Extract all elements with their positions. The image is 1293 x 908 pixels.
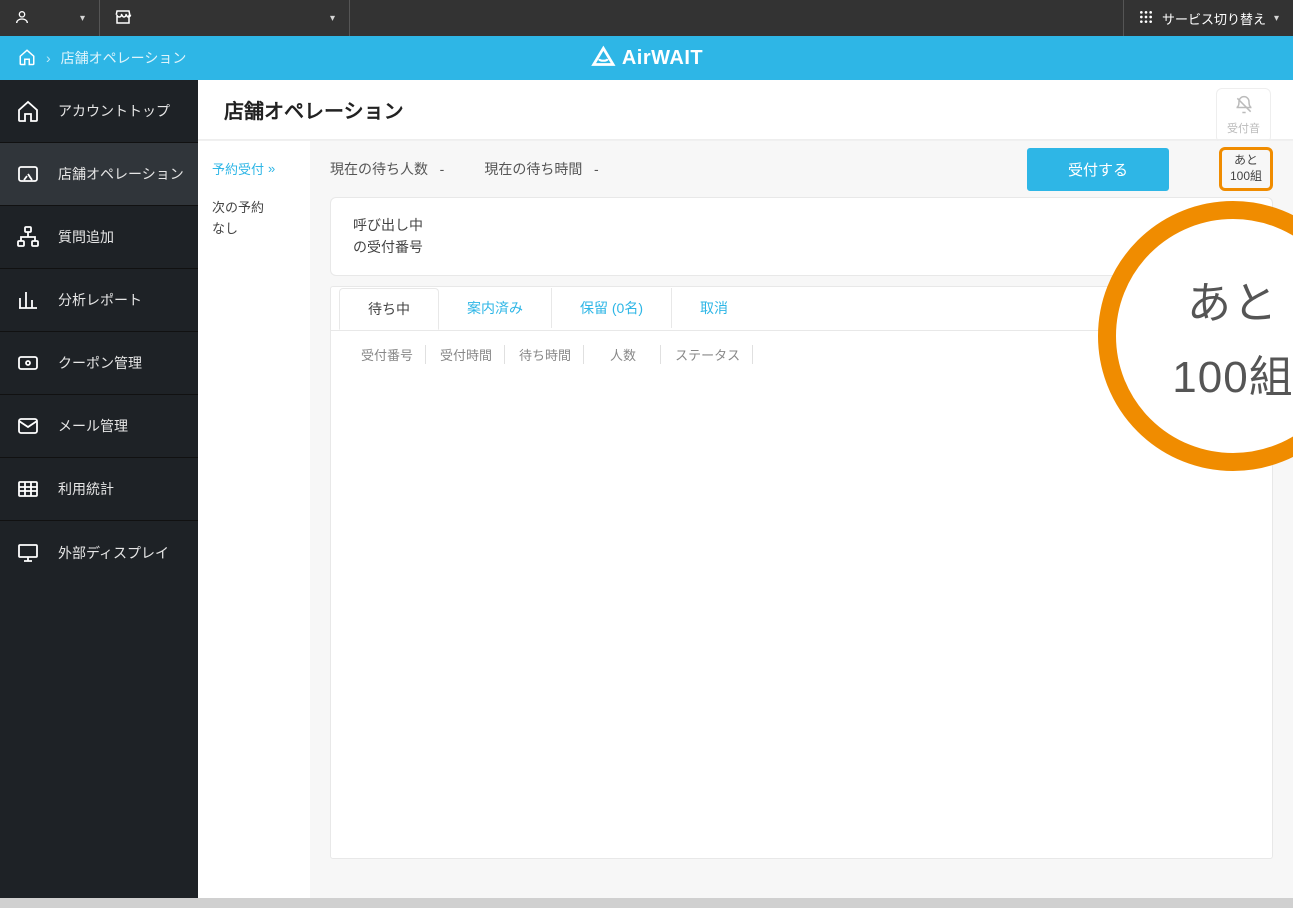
breadcrumb-current: 店舗オペレーション: [61, 48, 187, 68]
tab-onhold[interactable]: 保留 (0名): [552, 288, 672, 328]
tab-cancelled[interactable]: 取消: [672, 288, 756, 328]
shop-dropdown[interactable]: ▾: [100, 0, 350, 36]
sidebar-item-question-add[interactable]: 質問追加: [0, 206, 198, 269]
th-status: ステータス: [663, 345, 753, 364]
sidebar-item-label: 利用統計: [58, 479, 114, 499]
sidebar: アカウントトップ 店舗オペレーション 質問追加 分析レポート クーポン管理 メー…: [0, 80, 198, 908]
mail-icon: [16, 414, 40, 438]
sub-navigation: 予約受付 » 次の予約 なし: [198, 141, 310, 908]
callout-line1: あと: [1187, 267, 1279, 331]
th-people: 人数: [586, 345, 661, 364]
chevron-down-icon: ▾: [1274, 13, 1279, 24]
user-icon: [14, 9, 30, 28]
calling-line1: 呼び出し中: [353, 214, 1250, 236]
remaining-box: あと 100組: [1219, 147, 1273, 190]
wait-time: 現在の待ち時間 -: [484, 159, 598, 179]
main-header: 店舗オペレーション 受付音: [198, 80, 1293, 140]
breadcrumb-separator: ›: [46, 50, 51, 66]
sidebar-item-label: クーポン管理: [58, 353, 142, 373]
reservation-accept-link[interactable]: 予約受付 »: [212, 159, 296, 178]
wait-people-value: -: [440, 161, 445, 177]
sound-label: 受付音: [1227, 120, 1260, 136]
monitor-icon: [16, 541, 40, 565]
next-reservation-value: なし: [212, 219, 296, 240]
sidebar-item-external-display[interactable]: 外部ディスプレイ: [0, 521, 198, 584]
th-reception-number: 受付番号: [349, 345, 426, 364]
sidebar-item-label: 外部ディスプレイ: [58, 543, 169, 563]
sitemap-icon: [16, 225, 40, 249]
bottom-statusbar: [0, 898, 1293, 908]
chevron-down-icon: ▾: [330, 13, 335, 24]
sound-toggle[interactable]: 受付音: [1216, 88, 1271, 143]
next-reservation-label: 次の予約: [212, 198, 296, 219]
home-icon[interactable]: [18, 48, 36, 69]
next-reservation: 次の予約 なし: [212, 198, 296, 240]
topbar-spacer: [350, 0, 1123, 36]
tab-guided[interactable]: 案内済み: [439, 288, 552, 328]
th-reception-time: 受付時間: [428, 345, 505, 364]
sidebar-item-analytics-report[interactable]: 分析レポート: [0, 269, 198, 332]
chevron-double-right-icon: »: [268, 161, 275, 176]
main-container: アカウントトップ 店舗オペレーション 質問追加 分析レポート クーポン管理 メー…: [0, 80, 1293, 908]
tab-waiting[interactable]: 待ち中: [339, 288, 439, 330]
operation-icon: [16, 162, 40, 186]
brand-text: AirWAIT: [622, 47, 703, 70]
reservation-label: 予約受付: [212, 159, 264, 178]
account-dropdown[interactable]: ▾: [0, 0, 100, 36]
chevron-down-icon: ▾: [80, 13, 85, 24]
apps-grid-icon: [1138, 9, 1154, 28]
wait-time-value: -: [594, 161, 599, 177]
main-body: 予約受付 » 次の予約 なし 現在の待ち人数 - 現在の待ち時間: [198, 140, 1293, 908]
main-area: 店舗オペレーション 受付音 予約受付 » 次の予約 なし: [198, 80, 1293, 908]
ticket-icon: [16, 351, 40, 375]
sidebar-item-usage-stats[interactable]: 利用統計: [0, 458, 198, 521]
sidebar-item-label: 分析レポート: [58, 290, 142, 310]
wait-people-label: 現在の待ち人数: [330, 161, 428, 177]
callout-line2: 100組: [1172, 341, 1293, 405]
breadcrumb: › 店舗オペレーション: [0, 48, 186, 69]
shop-icon: [114, 8, 132, 29]
table-icon: [16, 477, 40, 501]
sidebar-item-store-operations[interactable]: 店舗オペレーション: [0, 143, 198, 206]
content-area: 現在の待ち人数 - 現在の待ち時間 - 受付する あと 100組: [310, 141, 1293, 908]
chart-icon: [16, 288, 40, 312]
sidebar-item-label: アカウントトップ: [58, 101, 170, 121]
sidebar-item-label: 店舗オペレーション: [58, 164, 184, 184]
accept-button[interactable]: 受付する: [1027, 148, 1169, 191]
sidebar-item-mail-management[interactable]: メール管理: [0, 395, 198, 458]
sidebar-item-label: メール管理: [58, 416, 128, 436]
sidebar-item-account-top[interactable]: アカウントトップ: [0, 80, 198, 143]
brand-logo: AirWAIT: [590, 45, 703, 71]
app-header: › 店舗オペレーション AirWAIT: [0, 36, 1293, 80]
global-topbar: ▾ ▾ サービス切り替え ▾: [0, 0, 1293, 36]
remaining-line1: あと: [1230, 153, 1262, 169]
remaining-line2: 100組: [1230, 169, 1262, 185]
wait-people: 現在の待ち人数 -: [330, 159, 444, 179]
table-body-empty: [331, 378, 1272, 858]
calling-line2: の受付番号: [353, 236, 1250, 258]
page-title: 店舗オペレーション: [224, 95, 404, 124]
service-switch-label: サービス切り替え: [1162, 9, 1266, 28]
wait-time-label: 現在の待ち時間: [484, 161, 582, 177]
bell-off-icon: [1234, 95, 1254, 118]
status-row: 現在の待ち人数 - 現在の待ち時間 - 受付する あと 100組: [310, 141, 1293, 197]
sidebar-item-label: 質問追加: [58, 227, 114, 247]
service-switch-dropdown[interactable]: サービス切り替え ▾: [1123, 0, 1293, 36]
th-wait-time: 待ち時間: [507, 345, 584, 364]
sidebar-item-coupon-management[interactable]: クーポン管理: [0, 332, 198, 395]
home-icon: [16, 99, 40, 123]
